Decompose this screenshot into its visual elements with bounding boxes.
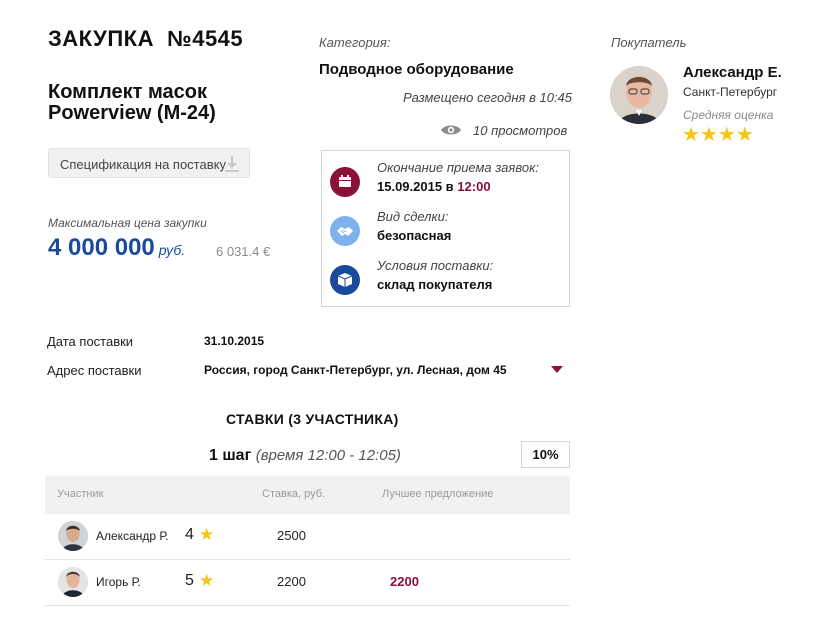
max-price-value: 4 000 000 (48, 234, 155, 261)
eye-icon (440, 123, 462, 140)
deadline-date: 15.09.2015 в (377, 179, 454, 194)
page-title: ЗАКУПКА №4545 (48, 26, 244, 51)
buyer-label: Покупатель (611, 35, 687, 50)
column-best: Лучшее предложение (382, 488, 494, 500)
buyer-name[interactable]: Александр Е. (683, 64, 782, 81)
step-label: 1 шаг (209, 447, 252, 464)
column-participant: Участник (57, 488, 104, 500)
max-price-eur: 6 031.4 € (216, 244, 271, 259)
star-icon: ★ (699, 124, 718, 146)
bids-title: СТАВКИ (3 УЧАСТНИКА) (226, 411, 399, 427)
participant-rating: 4 (185, 526, 194, 543)
bid-amount: 2500 (277, 528, 306, 543)
delivery-date-label: Дата поставки (47, 334, 134, 349)
step-percent[interactable]: 10% (521, 441, 570, 468)
delivery-date-value: 31.10.2015 (204, 334, 265, 348)
buyer-city: Санкт-Петербург (683, 85, 778, 99)
specification-button[interactable]: Спецификация на поставку (48, 148, 250, 178)
table-row[interactable]: Александр Р. 4 ★ 2500 (45, 514, 570, 560)
delivery-address-label: Адрес поставки (47, 363, 142, 378)
star-icon: ★ (735, 124, 754, 146)
avatar[interactable] (58, 567, 88, 597)
buyer-avatar[interactable] (610, 66, 668, 124)
table-row[interactable]: Игорь Р. 5 ★ 2200 2200 (45, 560, 570, 606)
column-bid: Ставка, руб. (262, 488, 326, 500)
star-icon: ★ (717, 124, 736, 146)
step-time: (время 12:00 - 12:05) (255, 447, 401, 464)
star-icon: ★ (199, 525, 215, 544)
bid-step: 1 шаг (время 12:00 - 12:05) (209, 447, 401, 465)
deal-type-value: безопасная (377, 228, 452, 243)
max-price-currency: руб. (158, 242, 186, 258)
box-icon (330, 265, 360, 295)
buyer-rating-stars: ★★★★ (682, 125, 754, 145)
views-text: 10 просмотров (473, 123, 568, 138)
deal-type-label: Вид сделки: (377, 209, 449, 224)
delivery-address-value: Россия, город Санкт-Петербург, ул. Лесна… (204, 363, 507, 377)
category-value: Подводное оборудование (319, 61, 514, 78)
chevron-down-icon[interactable] (551, 366, 563, 373)
bids-table-header: Участник Ставка, руб. Лучшее предложение (45, 476, 570, 514)
rating-label: Средняя оценка (683, 108, 774, 122)
delivery-terms-value: склад покупателя (377, 277, 493, 292)
deal-info-box: Окончание приема заявок: 15.09.2015 в 12… (321, 150, 570, 307)
avatar[interactable] (58, 521, 88, 551)
download-icon (223, 155, 241, 176)
participant-name[interactable]: Александр Р. (96, 529, 168, 543)
deadline-value: 15.09.2015 в 12:00 (377, 179, 491, 194)
best-offer: 2200 (390, 574, 419, 589)
star-icon: ★ (682, 124, 700, 146)
star-icon: ★ (199, 571, 215, 590)
category-label: Категория: (319, 35, 391, 50)
participant-rating: 5 (185, 572, 194, 589)
delivery-terms-label: Условия поставки: (377, 258, 494, 273)
specification-label: Спецификация на поставку (60, 157, 226, 172)
max-price: 4 000 000 руб. (48, 234, 185, 262)
handshake-icon (330, 216, 360, 246)
deadline-label: Окончание приема заявок: (377, 160, 539, 175)
participant-name[interactable]: Игорь Р. (96, 575, 141, 589)
calendar-icon (330, 167, 360, 197)
product-name: Комплект масок Powerview (M-24) (48, 81, 216, 124)
deadline-time: 12:00 (457, 179, 491, 194)
placed-time: Размещено сегодня в 10:45 (403, 90, 572, 105)
bid-amount: 2200 (277, 574, 306, 589)
max-price-label: Максимальная цена закупки (48, 216, 207, 230)
